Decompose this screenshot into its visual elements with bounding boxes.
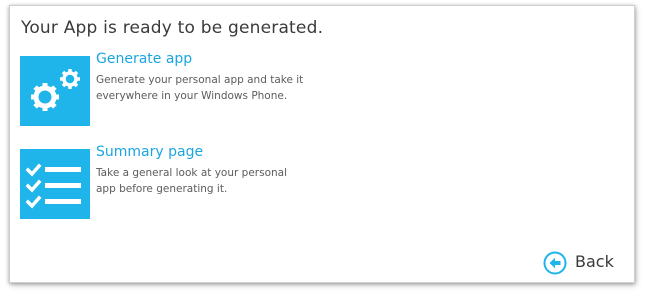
summary-page-description-line: app before generating it. bbox=[96, 183, 228, 195]
checklist-icon bbox=[25, 163, 81, 209]
summary-page-tile[interactable] bbox=[20, 149, 90, 219]
summary-page-description: Take a general look at your personal app… bbox=[96, 165, 356, 197]
summary-page-description-line: Take a general look at your personal bbox=[96, 167, 287, 179]
generate-app-tile[interactable] bbox=[20, 56, 90, 126]
back-label[interactable]: Back bbox=[575, 252, 614, 271]
dialog-panel: Your App is ready to be generated. Gener… bbox=[9, 5, 635, 283]
generate-app-description: Generate your personal app and take it e… bbox=[96, 72, 356, 104]
summary-page-title[interactable]: Summary page bbox=[96, 144, 203, 160]
gears-icon bbox=[31, 69, 80, 111]
generate-app-title[interactable]: Generate app bbox=[96, 51, 192, 67]
generate-app-description-line: Generate your personal app and take it bbox=[96, 74, 304, 86]
dialog-title: Your App is ready to be generated. bbox=[21, 18, 324, 38]
generate-app-description-line: everywhere in your Windows Phone. bbox=[96, 90, 288, 102]
back-arrow-circle-icon[interactable] bbox=[543, 251, 567, 275]
